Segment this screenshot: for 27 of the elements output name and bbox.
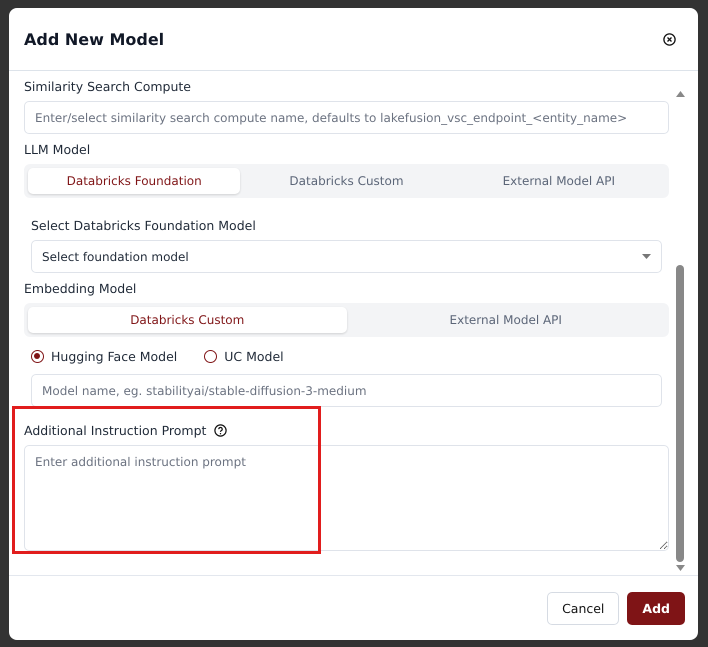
- field-label: Similarity Search Compute: [24, 79, 192, 94]
- tab[interactable]: Databricks Foundation: [28, 168, 240, 194]
- field-label: LLM Model: [24, 142, 92, 157]
- help-icon[interactable]: [214, 424, 228, 437]
- close-icon[interactable]: [663, 32, 676, 46]
- prompt-textarea[interactable]: Enter additional instruction prompt: [24, 445, 669, 551]
- add-button[interactable]: Add: [627, 592, 685, 624]
- tab[interactable]: External Model API: [452, 168, 665, 194]
- field-label: Select Databricks Foundation Model: [31, 218, 257, 233]
- radio-button[interactable]: [31, 350, 44, 363]
- scroll-down-icon[interactable]: [676, 565, 684, 571]
- radio-button[interactable]: [204, 350, 218, 363]
- tab[interactable]: Databricks Custom: [28, 307, 346, 333]
- tab[interactable]: External Model API: [346, 307, 665, 333]
- dropdown[interactable]: Select foundation model: [31, 240, 662, 273]
- scrollbar-thumb[interactable]: [676, 265, 684, 562]
- caret-icon: [642, 254, 651, 259]
- field-label: Additional Instruction Prompt: [24, 423, 206, 438]
- dialog-title: Add New Model: [24, 30, 164, 48]
- radio-label: Hugging Face Model: [51, 349, 178, 364]
- tab[interactable]: Databricks Custom: [240, 168, 453, 194]
- cancel-button[interactable]: Cancel: [547, 592, 620, 624]
- input-field[interactable]: Enter/select similarity search compute name, defaults to lakefusion_vsc_endpoint_<entity_name>: [24, 101, 669, 134]
- field-label: Embedding Model: [24, 281, 138, 296]
- scroll-up-icon[interactable]: [676, 91, 684, 97]
- input-field[interactable]: Model name, eg. stabilityai/stable-diffusion-3-medium: [31, 374, 662, 407]
- radio-label: UC Model: [224, 349, 284, 364]
